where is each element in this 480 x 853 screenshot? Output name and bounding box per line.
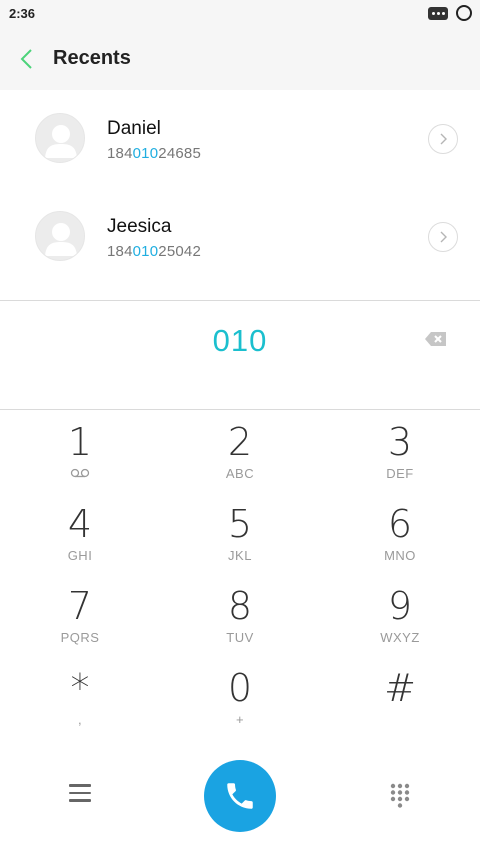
key-8[interactable]: 8 TUV [160,574,320,656]
phone-icon [227,783,253,809]
back-button[interactable] [16,46,40,72]
key-digit: 0 [227,666,253,710]
menu-button[interactable] [69,784,91,804]
key-letters: WXYZ [380,630,420,645]
key-digit: * [70,666,90,710]
key-letters: PQRS [60,630,100,645]
recents-list: Daniel 18401024685 Jeesica 18401025042 [0,90,480,286]
contact-detail-button[interactable] [428,222,458,252]
key-letters: TUV [226,630,254,645]
key-letters: + [235,712,245,727]
key-letters: DEF [386,466,414,481]
status-icons [428,5,472,21]
status-bar: 2:36 [0,0,480,28]
avatar [35,113,85,163]
key-7[interactable]: 7 PQRS [0,574,160,656]
dialpad-icon [390,783,410,808]
backspace-button[interactable] [423,329,449,349]
contact-detail-button[interactable] [428,124,458,154]
page-title: Recents [53,47,131,69]
key-digit: 2 [227,420,253,464]
key-9[interactable]: 9 WXYZ [320,574,480,656]
key-2[interactable]: 2 ABC [160,410,320,492]
key-5[interactable]: 5 JKL [160,492,320,574]
contact-name: Jeesica [107,216,172,237]
key-digit: 6 [387,502,413,546]
avatar [35,211,85,261]
contact-number: 18401025042 [107,243,201,260]
key-digit: 3 [387,420,413,464]
key-letters: GHI [67,548,93,563]
call-button[interactable] [204,760,276,832]
voicemail-icon [70,468,90,478]
list-item[interactable]: Daniel 18401024685 [0,90,480,188]
bottom-action-bar [0,755,480,835]
key-letters: JKL [228,548,252,563]
status-time: 2:36 [9,6,36,21]
key-star[interactable]: * , [0,656,160,738]
contact-name: Daniel [107,118,161,139]
person-icon [45,125,77,158]
typed-number[interactable]: 010 [0,323,480,359]
key-3[interactable]: 3 DEF [320,410,480,492]
key-letters: ABC [225,466,255,481]
contact-number: 18401024685 [107,145,201,162]
header: Recents [0,28,480,90]
menu-icon [69,784,91,802]
backspace-icon [425,332,446,346]
dialpad-toggle-button[interactable] [389,783,411,809]
key-hash[interactable]: # [320,656,480,738]
message-notification-icon [428,6,448,20]
key-1[interactable]: 1 [0,410,160,492]
key-digit: 9 [387,584,413,628]
key-digit: 5 [227,502,253,546]
key-digit: # [384,666,416,710]
key-0[interactable]: 0 + [160,656,320,738]
key-digit: 7 [67,584,93,628]
key-letters: , [77,712,83,727]
key-6[interactable]: 6 MNO [320,492,480,574]
circle-indicator-icon [456,5,472,21]
key-4[interactable]: 4 GHI [0,492,160,574]
chevron-right-icon [440,133,447,145]
chevron-right-icon [440,231,447,243]
key-digit: 1 [67,420,93,464]
key-digit: 8 [227,584,253,628]
number-display: 010 [0,300,480,410]
chevron-left-icon [20,49,32,69]
key-letters: MNO [384,548,416,563]
key-digit: 4 [67,502,93,546]
person-icon [45,223,77,256]
list-item[interactable]: Jeesica 18401025042 [0,188,480,286]
